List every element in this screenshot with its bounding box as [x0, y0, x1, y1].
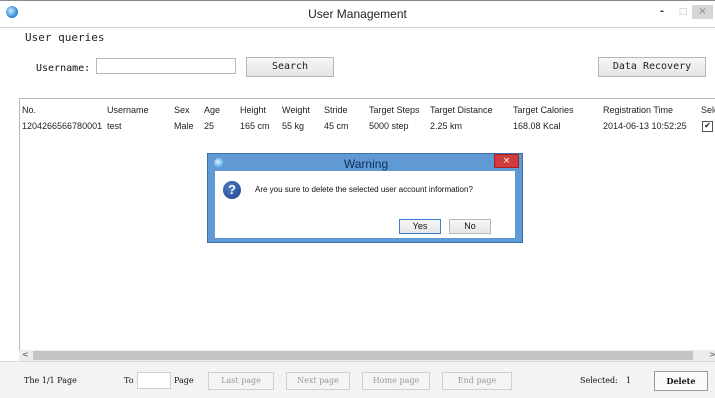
column-header-select[interactable]: Sele: [701, 105, 715, 115]
column-header-target-distance[interactable]: Target Distance: [430, 105, 493, 115]
cell-target-calories: 168.08 Kcal: [513, 121, 561, 131]
horizontal-scrollbar[interactable]: < >: [19, 350, 715, 361]
yes-button[interactable]: Yes: [399, 219, 441, 234]
dialog-body: ? Are you sure to delete the selected us…: [215, 171, 515, 238]
column-header-registration-time[interactable]: Registration Time: [603, 105, 673, 115]
cell-age: 25: [204, 121, 215, 131]
cell-registration-time: 2014-06-13 10:52:25: [603, 121, 687, 131]
cell-height: 165 cm: [240, 121, 270, 131]
last-page-button[interactable]: Last page: [208, 372, 274, 390]
user-queries-label: User queries: [25, 31, 105, 44]
goto-page-input[interactable]: [137, 372, 171, 389]
dialog-title: Warning: [343, 157, 389, 171]
cell-target-distance: 2.25 km: [430, 121, 463, 131]
no-button[interactable]: No: [449, 219, 491, 234]
dialog-close-button[interactable]: ×: [494, 154, 519, 168]
warning-dialog: Warning × ? Are you sure to delete the s…: [207, 153, 523, 243]
data-recovery-button[interactable]: Data Recovery: [598, 57, 706, 77]
column-header-weight[interactable]: Weight: [282, 105, 310, 115]
title-bar: User Management - □ ×: [0, 1, 715, 28]
close-button[interactable]: ×: [692, 5, 713, 19]
end-page-button[interactable]: End page: [442, 372, 512, 390]
username-input[interactable]: [96, 58, 236, 74]
column-header-username[interactable]: Username: [107, 105, 149, 115]
column-header-height[interactable]: Height: [240, 105, 266, 115]
cell-no: 1204266566780001: [22, 121, 103, 131]
window-title: User Management: [308, 7, 407, 21]
scroll-left-arrow-icon[interactable]: <: [22, 350, 29, 359]
user-management-window: User Management - □ × User queries Usern…: [0, 0, 715, 398]
column-header-no[interactable]: No.: [22, 105, 36, 115]
column-header-stride[interactable]: Stride: [324, 105, 348, 115]
delete-button[interactable]: Delete: [654, 371, 708, 391]
scrollbar-thumb[interactable]: [33, 351, 693, 360]
minimize-button[interactable]: -: [656, 5, 668, 19]
next-page-button[interactable]: Next page: [286, 372, 350, 390]
selected-count: 1: [626, 376, 632, 385]
cell-target-steps: 5000 step: [369, 121, 409, 131]
selected-label: Selected:: [580, 376, 618, 385]
home-page-button[interactable]: Home page: [362, 372, 430, 390]
goto-page-label: Page: [174, 376, 194, 385]
column-header-target-calories[interactable]: Target Calories: [513, 105, 574, 115]
question-icon: ?: [223, 181, 241, 199]
column-header-target-steps[interactable]: Target Steps: [369, 105, 420, 115]
page-info: The 1/1 Page: [24, 376, 77, 385]
maximize-button[interactable]: □: [677, 5, 689, 19]
scroll-right-arrow-icon[interactable]: >: [709, 350, 715, 359]
cell-username: test: [107, 121, 122, 131]
row-select-checkbox[interactable]: ✔: [702, 121, 713, 132]
goto-to-label: To: [124, 376, 134, 385]
column-header-age[interactable]: Age: [204, 105, 220, 115]
column-header-sex[interactable]: Sex: [174, 105, 190, 115]
search-button[interactable]: Search: [246, 57, 334, 77]
dialog-message: Are you sure to delete the selected user…: [255, 185, 473, 194]
cell-stride: 45 cm: [324, 121, 349, 131]
username-label: Username:: [36, 63, 91, 74]
cell-sex: Male: [174, 121, 194, 131]
cell-weight: 55 kg: [282, 121, 305, 131]
pagination-footer: The 1/1 Page To Page Last page Next page…: [0, 361, 715, 398]
